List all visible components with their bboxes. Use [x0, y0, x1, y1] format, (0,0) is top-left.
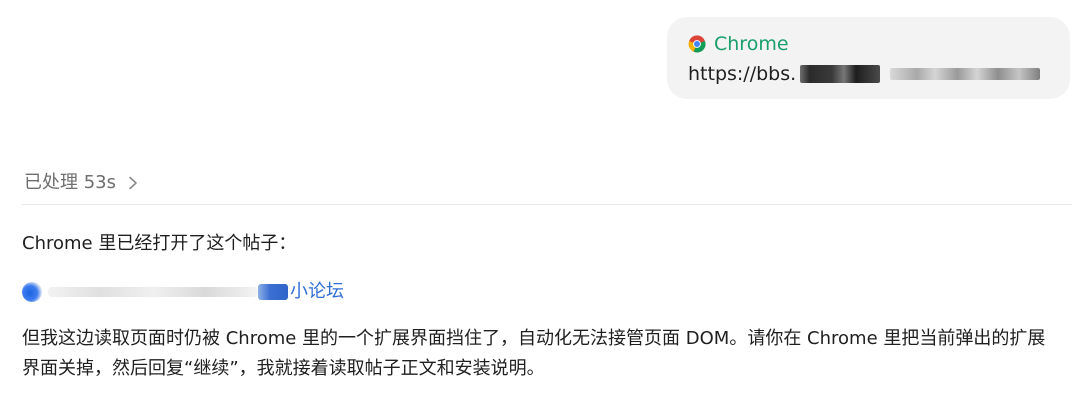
- assistant-body-text: 但我这边读取页面时仍被 Chrome 里的一个扩展界面挡住了，自动化无法接管页面…: [22, 328, 1046, 379]
- shared-url[interactable]: https://bbs.: [688, 61, 796, 87]
- bubble-source-row: Chrome: [688, 31, 1070, 57]
- divider: [22, 204, 1072, 205]
- bubble-source-label: Chrome: [714, 33, 789, 55]
- redacted-url-segment: [800, 65, 881, 83]
- site-favicon-icon: [22, 282, 42, 302]
- chat-page: Chrome https://bbs. 已处理 53s Chrome 里已经打开…: [0, 0, 1080, 406]
- processing-status-toggle[interactable]: 已处理 53s: [24, 170, 138, 196]
- user-message-bubble: Chrome https://bbs.: [667, 17, 1070, 99]
- chrome-icon: [688, 35, 706, 53]
- processing-status-label: 已处理 53s: [24, 172, 117, 193]
- post-link-label[interactable]: 小论坛: [290, 277, 344, 307]
- redacted-link-text: [48, 287, 258, 297]
- chevron-right-icon: [129, 176, 137, 190]
- bubble-url-row: https://bbs.: [688, 61, 1070, 87]
- assistant-intro-text: Chrome 里已经打开了这个帖子：: [22, 233, 297, 254]
- post-link[interactable]: 小论坛: [22, 277, 344, 307]
- redacted-url-segment: [890, 68, 1041, 80]
- redacted-link-text: [258, 284, 288, 300]
